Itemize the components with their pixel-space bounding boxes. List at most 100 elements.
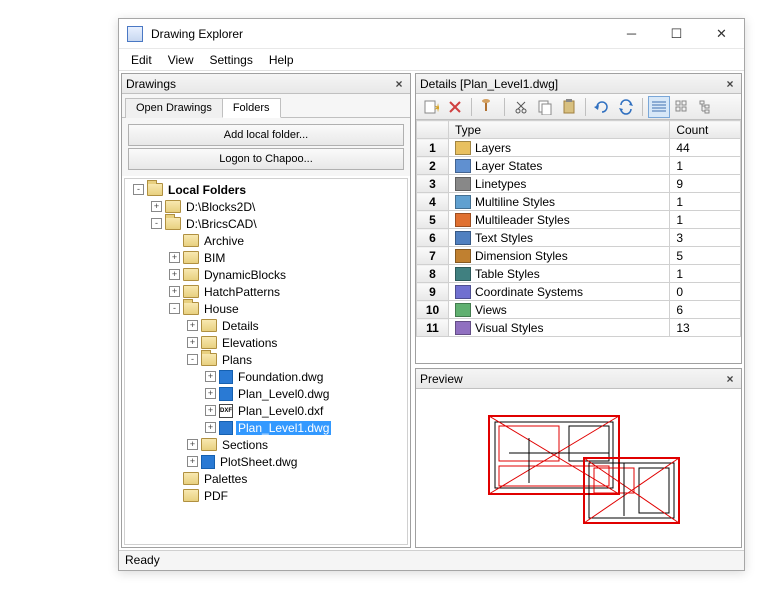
tree-node[interactable]: - House: [125, 300, 407, 317]
table-row[interactable]: 3Linetypes9: [417, 175, 741, 193]
tab-open-drawings[interactable]: Open Drawings: [125, 98, 223, 118]
preview-panel-close-icon[interactable]: ×: [723, 372, 737, 386]
tree-node-label[interactable]: PlotSheet.dwg: [218, 455, 299, 469]
details-grid[interactable]: TypeCount1Layers442Layer States13Linetyp…: [416, 120, 741, 337]
tree-node-label[interactable]: BIM: [202, 251, 227, 265]
delete-icon[interactable]: [444, 96, 466, 118]
row-header-col[interactable]: [417, 121, 449, 139]
tree-node-label[interactable]: DynamicBlocks: [202, 268, 288, 282]
table-row[interactable]: 8Table Styles1: [417, 265, 741, 283]
table-row[interactable]: 5Multileader Styles1: [417, 211, 741, 229]
tree-node-label[interactable]: Plan_Level0.dwg: [236, 387, 331, 401]
expand-icon[interactable]: +: [205, 422, 216, 433]
tree-node[interactable]: + Details: [125, 317, 407, 334]
tree-node[interactable]: + Elevations: [125, 334, 407, 351]
purge-icon[interactable]: [477, 96, 499, 118]
tree-node-label[interactable]: Details: [220, 319, 261, 333]
expand-icon[interactable]: +: [169, 286, 180, 297]
tree-node-label[interactable]: Plan_Level1.dwg: [236, 421, 331, 435]
tree-node-label[interactable]: D:\Blocks2D\: [184, 200, 257, 214]
tree-node-label[interactable]: HatchPatterns: [202, 285, 282, 299]
tree-node[interactable]: +DXFPlan_Level0.dxf: [125, 402, 407, 419]
menu-help[interactable]: Help: [261, 51, 302, 69]
view-details-icon[interactable]: [648, 96, 670, 118]
tree-node-label[interactable]: Elevations: [220, 336, 279, 350]
expand-icon[interactable]: +: [187, 456, 198, 467]
dwg-file-icon: [219, 387, 233, 401]
table-row[interactable]: 4Multiline Styles1: [417, 193, 741, 211]
table-row[interactable]: 2Layer States1: [417, 157, 741, 175]
maximize-button[interactable]: ☐: [654, 19, 699, 49]
tree-node[interactable]: - D:\BricsCAD\: [125, 215, 407, 232]
count-column-header[interactable]: Count: [670, 121, 741, 139]
separator: [585, 98, 586, 116]
tree-node[interactable]: + PlotSheet.dwg: [125, 453, 407, 470]
minimize-button[interactable]: ─: [609, 19, 654, 49]
tree-node-label[interactable]: Local Folders: [166, 183, 248, 197]
tree-node-label[interactable]: D:\BricsCAD\: [184, 217, 259, 231]
tree-node[interactable]: + Plan_Level0.dwg: [125, 385, 407, 402]
drawings-panel: Drawings × Open Drawings Folders Add loc…: [121, 73, 411, 548]
tab-folders[interactable]: Folders: [222, 98, 281, 118]
regen-icon[interactable]: [591, 96, 613, 118]
tree-node-label[interactable]: Palettes: [202, 472, 249, 486]
view-tree-icon[interactable]: [696, 96, 718, 118]
tree-node[interactable]: + Foundation.dwg: [125, 368, 407, 385]
tree-node-label[interactable]: Foundation.dwg: [236, 370, 325, 384]
cut-icon[interactable]: [510, 96, 532, 118]
tree-node[interactable]: + Plan_Level1.dwg: [125, 419, 407, 436]
menu-view[interactable]: View: [160, 51, 202, 69]
paste-icon[interactable]: [558, 96, 580, 118]
tree-node-label[interactable]: House: [202, 302, 241, 316]
new-icon[interactable]: ✶: [420, 96, 442, 118]
collapse-icon[interactable]: -: [151, 218, 162, 229]
tree-node[interactable]: + BIM: [125, 249, 407, 266]
collapse-icon[interactable]: -: [133, 184, 144, 195]
expand-icon[interactable]: +: [187, 320, 198, 331]
tree-node[interactable]: Palettes: [125, 470, 407, 487]
expand-icon[interactable]: +: [187, 337, 198, 348]
details-grid-container[interactable]: TypeCount1Layers442Layer States13Linetyp…: [416, 120, 741, 363]
type-cell: Multileader Styles: [449, 211, 670, 229]
tree-node[interactable]: Archive: [125, 232, 407, 249]
view-icons-icon[interactable]: [672, 96, 694, 118]
tree-node-label[interactable]: Sections: [220, 438, 270, 452]
tree-node[interactable]: - Plans: [125, 351, 407, 368]
details-panel-close-icon[interactable]: ×: [723, 77, 737, 91]
expand-icon[interactable]: +: [187, 439, 198, 450]
expand-icon[interactable]: +: [169, 269, 180, 280]
expand-icon[interactable]: +: [169, 252, 180, 263]
drawings-panel-close-icon[interactable]: ×: [392, 77, 406, 91]
expand-icon[interactable]: +: [205, 371, 216, 382]
copy-icon[interactable]: [534, 96, 556, 118]
collapse-icon[interactable]: -: [187, 354, 198, 365]
tree-node[interactable]: + Sections: [125, 436, 407, 453]
table-row[interactable]: 6Text Styles3: [417, 229, 741, 247]
tree-node-label[interactable]: Plans: [220, 353, 254, 367]
tree-node[interactable]: PDF: [125, 487, 407, 504]
table-row[interactable]: 9Coordinate Systems0: [417, 283, 741, 301]
tree-node[interactable]: + DynamicBlocks: [125, 266, 407, 283]
table-row[interactable]: 10Views6: [417, 301, 741, 319]
tree-node-label[interactable]: Archive: [202, 234, 246, 248]
tree-node[interactable]: - Local Folders: [125, 181, 407, 198]
table-row[interactable]: 11Visual Styles13: [417, 319, 741, 337]
folder-tree[interactable]: - Local Folders + D:\Blocks2D\ - D:\BricsCAD\…: [125, 179, 407, 544]
tree-node-label[interactable]: PDF: [202, 489, 230, 503]
table-row[interactable]: 1Layers44: [417, 139, 741, 157]
tree-node[interactable]: + D:\Blocks2D\: [125, 198, 407, 215]
collapse-icon[interactable]: -: [169, 303, 180, 314]
refresh-icon[interactable]: [615, 96, 637, 118]
table-row[interactable]: 7Dimension Styles5: [417, 247, 741, 265]
tree-node[interactable]: + HatchPatterns: [125, 283, 407, 300]
logon-chapoo-button[interactable]: Logon to Chapoo...: [128, 148, 404, 170]
expand-icon[interactable]: +: [205, 405, 216, 416]
expand-icon[interactable]: +: [205, 388, 216, 399]
close-button[interactable]: ✕: [699, 19, 744, 49]
expand-icon[interactable]: +: [151, 201, 162, 212]
menu-edit[interactable]: Edit: [123, 51, 160, 69]
menu-settings[interactable]: Settings: [201, 51, 260, 69]
tree-node-label[interactable]: Plan_Level0.dxf: [236, 404, 325, 418]
type-column-header[interactable]: Type: [449, 121, 670, 139]
add-local-folder-button[interactable]: Add local folder...: [128, 124, 404, 146]
